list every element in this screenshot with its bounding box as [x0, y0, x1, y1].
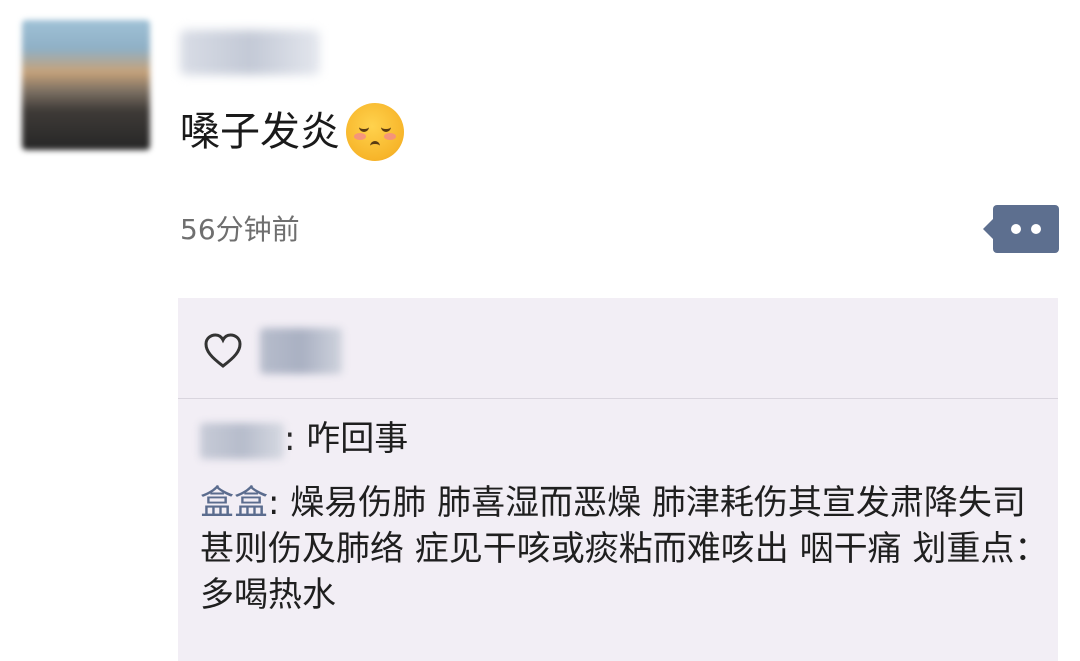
avatar[interactable] [22, 20, 150, 150]
more-dots-icon-2 [1031, 224, 1041, 234]
comment-section: : 咋回事 盒盒: 燥易伤肺 肺喜湿而恶燥 肺津耗伤其宣发肃降失司 甚则伤及肺络… [178, 298, 1058, 661]
comment-item[interactable]: 盒盒: 燥易伤肺 肺喜湿而恶燥 肺津耗伤其宣发肃降失司 甚则伤及肺络 症见干咳或… [200, 480, 1050, 618]
comment-item[interactable]: : 咋回事 [200, 416, 1050, 462]
comment-separator: : [284, 419, 296, 459]
username[interactable] [180, 30, 320, 75]
post-timestamp: 56分钟前 [180, 213, 300, 246]
likers-names[interactable] [260, 328, 342, 374]
blushing-face-emoji-icon [346, 103, 404, 161]
comment-text: 燥易伤肺 肺喜湿而恶燥 肺津耗伤其宣发肃降失司 甚则伤及肺络 症见干咳或痰粘而难… [200, 483, 1049, 615]
comment-text: 咋回事 [295, 419, 409, 459]
post-text: 嗓子发炎 [180, 109, 340, 155]
heart-outline-icon[interactable] [203, 332, 243, 370]
more-dots-icon [1011, 224, 1021, 234]
post-content: 嗓子发炎 [180, 103, 404, 161]
more-actions-button[interactable] [983, 205, 1059, 253]
comment-author[interactable]: 盒盒 [200, 483, 268, 523]
comment-author[interactable] [200, 422, 284, 459]
likes-row [178, 298, 1058, 399]
comment-separator: : [268, 483, 280, 523]
